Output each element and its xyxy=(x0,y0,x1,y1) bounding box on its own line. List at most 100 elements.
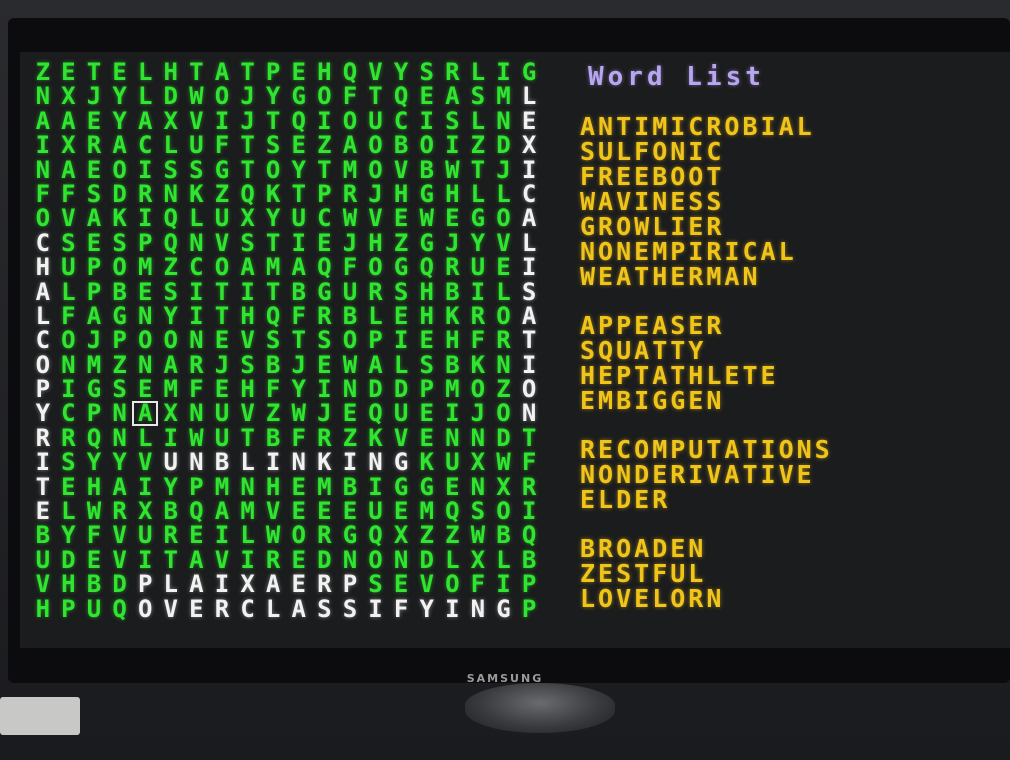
grid-letter[interactable]: F xyxy=(286,425,312,450)
grid-letter[interactable]: H xyxy=(414,279,440,304)
grid-letter[interactable]: Z xyxy=(440,523,466,548)
grid-letter[interactable]: Y xyxy=(107,84,133,109)
grid-letter[interactable]: N xyxy=(132,304,158,329)
grid-letter[interactable]: H xyxy=(414,304,440,329)
grid-letter[interactable]: W xyxy=(260,523,286,548)
grid-letter[interactable]: U xyxy=(132,523,158,548)
grid-letter[interactable]: A xyxy=(209,60,235,85)
grid-letter[interactable]: A xyxy=(235,255,261,280)
grid-letter[interactable]: G xyxy=(388,450,414,475)
grid-letter[interactable]: V xyxy=(209,230,235,255)
grid-letter[interactable]: Y xyxy=(107,108,133,133)
grid-letter[interactable]: O xyxy=(30,206,56,231)
grid-letter[interactable]: E xyxy=(491,255,517,280)
grid-letter[interactable]: U xyxy=(465,255,491,280)
grid-letter[interactable]: Y xyxy=(30,401,56,426)
grid-letter[interactable]: H xyxy=(312,60,338,85)
grid-letter[interactable]: N xyxy=(337,547,363,572)
grid-letter[interactable]: S xyxy=(337,596,363,621)
grid-letter[interactable]: V xyxy=(235,328,261,353)
grid-letter[interactable]: S xyxy=(312,596,338,621)
grid-letter[interactable]: S xyxy=(56,230,82,255)
grid-letter[interactable]: T xyxy=(235,425,261,450)
grid-letter[interactable]: H xyxy=(440,182,466,207)
grid-letter[interactable]: I xyxy=(312,108,338,133)
grid-letter[interactable]: P xyxy=(132,230,158,255)
grid-letter[interactable]: E xyxy=(414,328,440,353)
grid-letter[interactable]: A xyxy=(516,304,542,329)
grid-letter[interactable]: I xyxy=(440,401,466,426)
grid-letter[interactable]: R xyxy=(56,425,82,450)
grid-letter[interactable]: R xyxy=(440,60,466,85)
grid-letter[interactable]: E xyxy=(388,499,414,524)
grid-letter[interactable]: H xyxy=(260,474,286,499)
grid-letter[interactable]: I xyxy=(30,450,56,475)
grid-letter[interactable]: C xyxy=(132,133,158,158)
grid-letter[interactable]: U xyxy=(209,401,235,426)
grid-letter[interactable]: L xyxy=(132,425,158,450)
grid-letter[interactable]: T xyxy=(260,108,286,133)
grid-letter[interactable]: R xyxy=(81,133,107,158)
grid-letter[interactable]: X xyxy=(158,108,184,133)
grid-letter[interactable]: M xyxy=(132,255,158,280)
grid-letter[interactable]: S xyxy=(465,499,491,524)
grid-letter[interactable]: E xyxy=(81,230,107,255)
grid-letter[interactable]: O xyxy=(491,304,517,329)
grid-letter[interactable]: I xyxy=(235,279,261,304)
grid-letter[interactable]: E xyxy=(388,304,414,329)
grid-letter[interactable]: H xyxy=(363,230,389,255)
grid-letter[interactable]: O xyxy=(465,377,491,402)
grid-letter[interactable]: S xyxy=(516,279,542,304)
grid-letter[interactable]: A xyxy=(81,206,107,231)
grid-letter[interactable]: U xyxy=(286,206,312,231)
grid-letter[interactable]: Z xyxy=(107,352,133,377)
grid-letter[interactable]: E xyxy=(184,596,210,621)
grid-letter[interactable]: P xyxy=(414,377,440,402)
grid-letter[interactable]: G xyxy=(286,84,312,109)
grid-letter[interactable]: B xyxy=(209,450,235,475)
grid-letter[interactable]: Y xyxy=(56,523,82,548)
grid-letter[interactable]: E xyxy=(30,499,56,524)
grid-letter[interactable]: D xyxy=(56,547,82,572)
grid-letter[interactable]: I xyxy=(209,108,235,133)
grid-letter[interactable]: J xyxy=(312,401,338,426)
grid-letter[interactable]: N xyxy=(184,450,210,475)
grid-letter[interactable]: R xyxy=(312,523,338,548)
grid-letter[interactable]: P xyxy=(516,596,542,621)
grid-letter[interactable]: W xyxy=(286,401,312,426)
grid-letter[interactable]: A xyxy=(516,206,542,231)
grid-letter[interactable]: B xyxy=(388,133,414,158)
grid-letter[interactable]: T xyxy=(209,304,235,329)
grid-letter[interactable]: I xyxy=(440,133,466,158)
grid-letter[interactable]: J xyxy=(209,352,235,377)
grid-letter[interactable]: O xyxy=(363,255,389,280)
grid-letter[interactable]: V xyxy=(132,450,158,475)
grid-letter[interactable]: B xyxy=(337,474,363,499)
grid-letter[interactable]: L xyxy=(56,279,82,304)
grid-letter[interactable]: R xyxy=(440,255,466,280)
grid-letter[interactable]: A xyxy=(286,596,312,621)
grid-letter[interactable]: V xyxy=(235,401,261,426)
grid-letter[interactable]: N xyxy=(184,230,210,255)
grid-letter[interactable]: S xyxy=(184,157,210,182)
grid-letter[interactable]: N xyxy=(107,401,133,426)
grid-letter[interactable]: W xyxy=(184,425,210,450)
grid-letter[interactable]: D xyxy=(312,547,338,572)
grid-letter[interactable]: R xyxy=(184,352,210,377)
grid-letter[interactable]: M xyxy=(414,499,440,524)
grid-letter[interactable]: N xyxy=(516,401,542,426)
grid-letter[interactable]: P xyxy=(107,328,133,353)
grid-letter[interactable]: M xyxy=(491,84,517,109)
grid-letter[interactable]: V xyxy=(388,425,414,450)
grid-letter[interactable]: X xyxy=(491,474,517,499)
grid-letter[interactable]: Y xyxy=(260,206,286,231)
grid-letter[interactable]: E xyxy=(414,84,440,109)
grid-letter[interactable]: E xyxy=(388,206,414,231)
grid-letter[interactable]: Q xyxy=(107,596,133,621)
grid-letter[interactable]: I xyxy=(184,279,210,304)
grid-letter[interactable]: D xyxy=(107,572,133,597)
grid-letter[interactable]: U xyxy=(209,206,235,231)
grid-letter[interactable]: Y xyxy=(107,450,133,475)
grid-letter[interactable]: R xyxy=(30,425,56,450)
grid-letter[interactable]: H xyxy=(81,474,107,499)
